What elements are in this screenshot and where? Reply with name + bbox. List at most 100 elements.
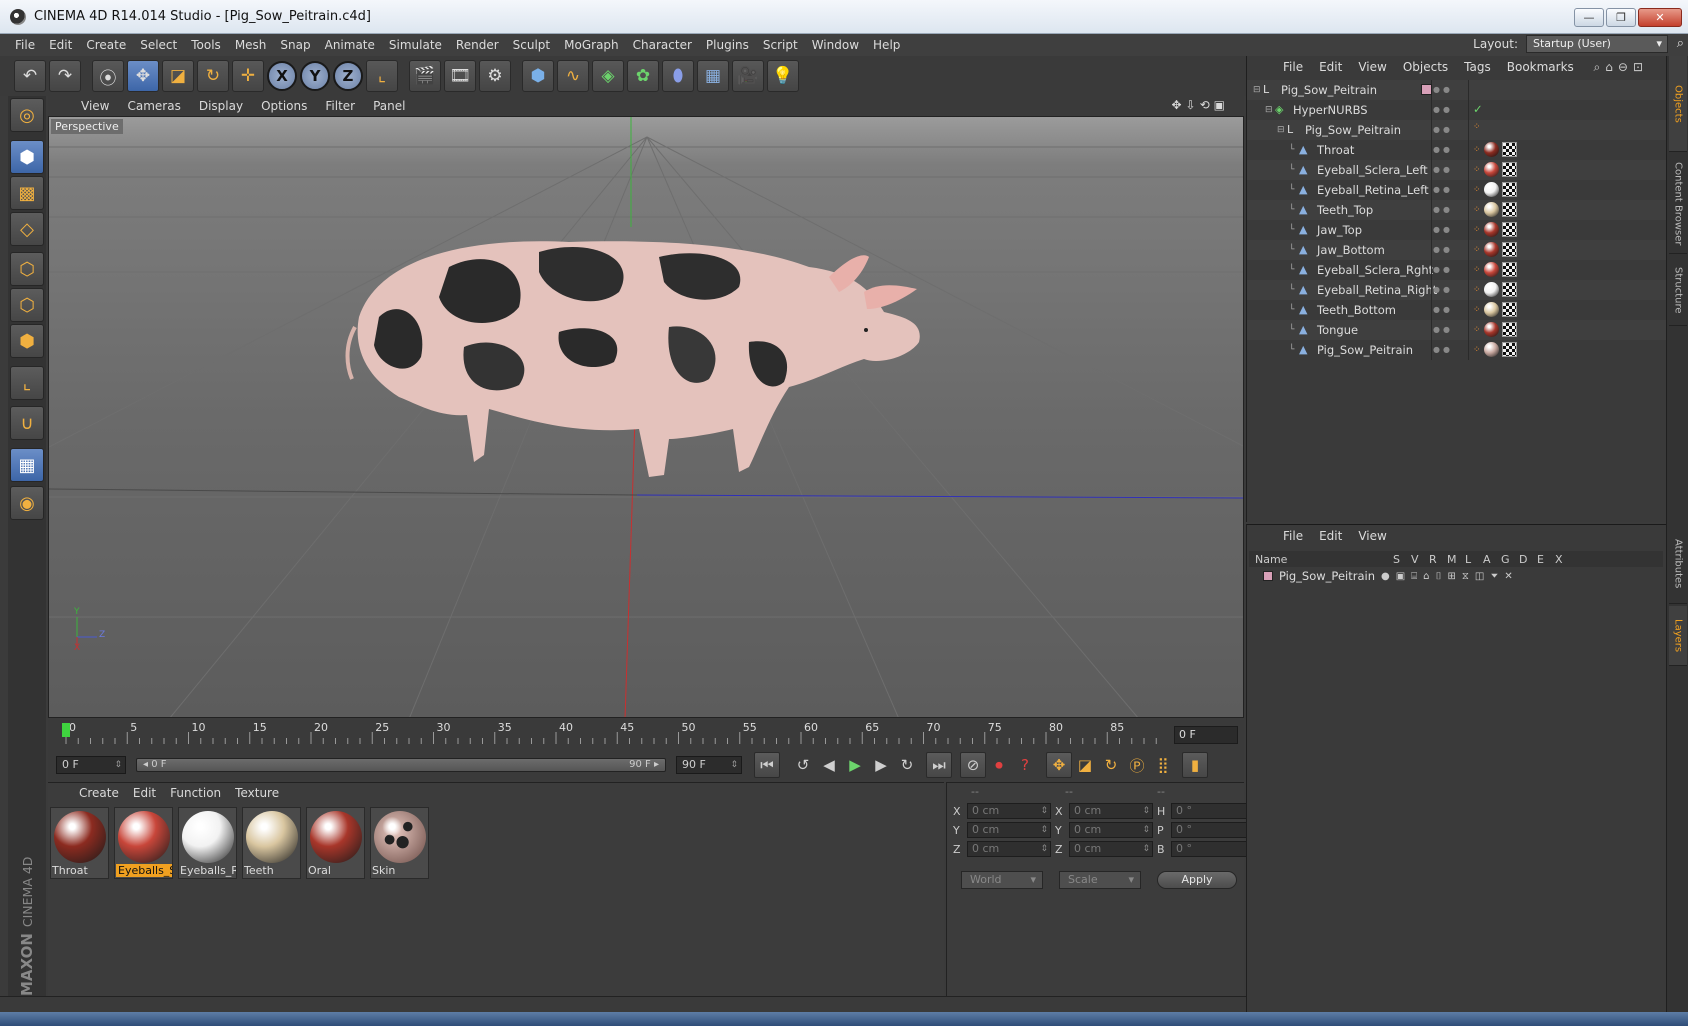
search-icon[interactable]: ⌕ [1677,36,1684,51]
object-tree-row[interactable]: └ ▲ Eyeball_Sclera_Rght ●● ⁘ [1247,260,1667,280]
layers-menu-view[interactable]: View [1350,529,1394,543]
phong-tag-icon[interactable]: ⁘ [1473,225,1481,235]
coordinate-value-field[interactable]: 0 cm [1069,841,1153,857]
next-key-icon[interactable]: ↻ [894,752,920,778]
objects-menu-objects[interactable]: Objects [1395,60,1456,74]
model-mode-icon[interactable]: ⬢ [10,140,44,174]
coordinate-mode-dropdown[interactable]: Scale [1059,871,1141,889]
material-tag-icon[interactable] [1483,162,1499,177]
coordinate-system-icon[interactable]: ⌞ [366,60,398,92]
menu-mograph[interactable]: MoGraph [557,38,626,52]
viewport-menu-cameras[interactable]: Cameras [118,99,189,113]
go-to-start-icon[interactable]: ⏮ [754,752,780,778]
layer-column-header[interactable]: S [1393,553,1400,566]
autokey-icon[interactable]: ⊘ [960,752,986,778]
spline-icon[interactable]: ∿ [557,60,589,92]
uvw-tag-icon[interactable] [1501,182,1517,197]
visibility-dots-icon[interactable]: ●● [1433,165,1453,174]
layer-row[interactable]: Pig_Sow_Peitrain ●▣⌸⌂⌷⊞⧖◫⏷✕ [1249,567,1663,585]
layout-dropdown[interactable]: Startup (User) [1526,35,1668,53]
material-swatch[interactable]: Eyeballs_Re [178,807,237,879]
polygons-mode-icon[interactable]: ⬢ [10,324,44,358]
material-tag-icon[interactable] [1483,202,1499,217]
undo-icon[interactable]: ↶ [14,60,46,92]
uvw-tag-icon[interactable] [1501,242,1517,257]
key-scale-icon[interactable]: ◪ [1072,752,1098,778]
material-tag-icon[interactable] [1483,342,1499,357]
menu-sculpt[interactable]: Sculpt [506,38,557,52]
timeline-ruler[interactable]: 051015202530354045505560657075808590 0 F [48,720,1244,750]
objects-menu-file[interactable]: File [1275,60,1311,74]
visibility-dots-icon[interactable]: ●● [1433,205,1453,214]
material-menu-create[interactable]: Create [72,786,126,800]
render-settings-icon[interactable]: ⚙ [479,60,511,92]
phong-tag-icon[interactable]: ⁘ [1473,205,1481,215]
visibility-dots-icon[interactable]: ●● [1433,225,1453,234]
edges-mode-icon[interactable]: ⬡ [10,288,44,322]
menu-character[interactable]: Character [626,38,699,52]
expand-toggle-icon[interactable]: ⊟ [1253,85,1263,95]
layer-column-header[interactable]: Name [1255,553,1287,566]
uvw-tag-icon[interactable] [1501,262,1517,277]
material-swatch[interactable]: Teeth [242,807,301,879]
coordinate-value-field[interactable]: 0 cm [967,841,1051,857]
object-tree-row[interactable]: └ ▲ Eyeball_Sclera_Left ●● ⁘ [1247,160,1667,180]
apply-button[interactable]: Apply [1157,871,1237,889]
layers-menu-edit[interactable]: Edit [1311,529,1350,543]
phong-tag-icon[interactable]: ⁘ [1473,345,1481,355]
object-tree-row[interactable]: └ ▲ Eyeball_Retina_Right ●● ⁘ [1247,280,1667,300]
menu-animate[interactable]: Animate [318,38,382,52]
viewport-navigation-icons[interactable]: ✥⇩⟲▣ [1162,98,1238,112]
expand-toggle-icon[interactable]: ⊟ [1277,125,1287,135]
objects-menu-view[interactable]: View [1350,60,1394,74]
coordinate-value-field[interactable]: 0 cm [1069,822,1153,838]
uvw-tag-icon[interactable] [1501,162,1517,177]
scale-icon[interactable]: ◪ [162,60,194,92]
layer-column-header[interactable]: M [1447,553,1457,566]
menu-simulate[interactable]: Simulate [382,38,449,52]
tab-attributes[interactable]: Attributes [1669,524,1687,604]
menu-script[interactable]: Script [756,38,805,52]
enabled-check-icon[interactable]: ✓ [1473,102,1483,116]
menu-snap[interactable]: Snap [273,38,317,52]
floor-icon[interactable]: ▦ [697,60,729,92]
material-tag-icon[interactable] [1483,282,1499,297]
object-tree-row[interactable]: └ ▲ Eyeball_Retina_Left ●● ⁘ [1247,180,1667,200]
layer-column-header[interactable]: R [1429,553,1437,566]
magnet-icon[interactable]: ∪ [10,406,44,440]
object-tree-row[interactable]: └ ▲ Tongue ●● ⁘ [1247,320,1667,340]
material-tag-icon[interactable] [1483,142,1499,157]
workplane-lock-icon[interactable]: ▦ [10,448,44,482]
tab-structure[interactable]: Structure [1669,256,1687,326]
menu-edit[interactable]: Edit [42,38,79,52]
visibility-dots-icon[interactable]: ●● [1433,345,1453,354]
tab-objects[interactable]: Objects [1669,56,1687,152]
material-tag-icon[interactable] [1483,262,1499,277]
layers-menu-file[interactable]: File [1275,529,1311,543]
uvw-tag-icon[interactable] [1501,282,1517,297]
visibility-dots-icon[interactable]: ●● [1433,285,1453,294]
visibility-dots-icon[interactable]: ●● [1433,245,1453,254]
uvw-tag-icon[interactable] [1501,222,1517,237]
material-swatch[interactable]: Eyeballs_Sc [114,807,173,879]
visibility-dots-icon[interactable]: ●● [1433,185,1453,194]
uvw-tag-icon[interactable] [1501,302,1517,317]
objects-menu-bookmarks[interactable]: Bookmarks [1499,60,1582,74]
tab-layers[interactable]: Layers [1669,606,1687,666]
render-view-icon[interactable]: 🎬 [409,60,441,92]
object-tree-row[interactable]: ⊟ ◈ HyperNURBS ●● ✓ [1247,100,1667,120]
menu-select[interactable]: Select [133,38,184,52]
key-parameter-icon[interactable]: Ⓟ [1124,752,1150,778]
object-tree-row[interactable]: ⊟ L Pig_Sow_Peitrain ●● ⁘ [1247,120,1667,140]
minimize-button[interactable]: — [1574,8,1604,27]
material-swatch[interactable]: Throat [50,807,109,879]
phong-tag-icon[interactable]: ⁘ [1473,165,1481,175]
rotate-icon[interactable]: ↻ [197,60,229,92]
x-axis-lock-icon[interactable]: X [267,61,297,91]
record-icon[interactable]: ⏺ [986,752,1012,778]
object-tree-row[interactable]: ⊟ L Pig_Sow_Peitrain ●● [1247,80,1667,100]
viewport-menu-options[interactable]: Options [252,99,316,113]
menu-mesh[interactable]: Mesh [228,38,274,52]
menu-tools[interactable]: Tools [184,38,228,52]
objects-menu-tags[interactable]: Tags [1456,60,1499,74]
